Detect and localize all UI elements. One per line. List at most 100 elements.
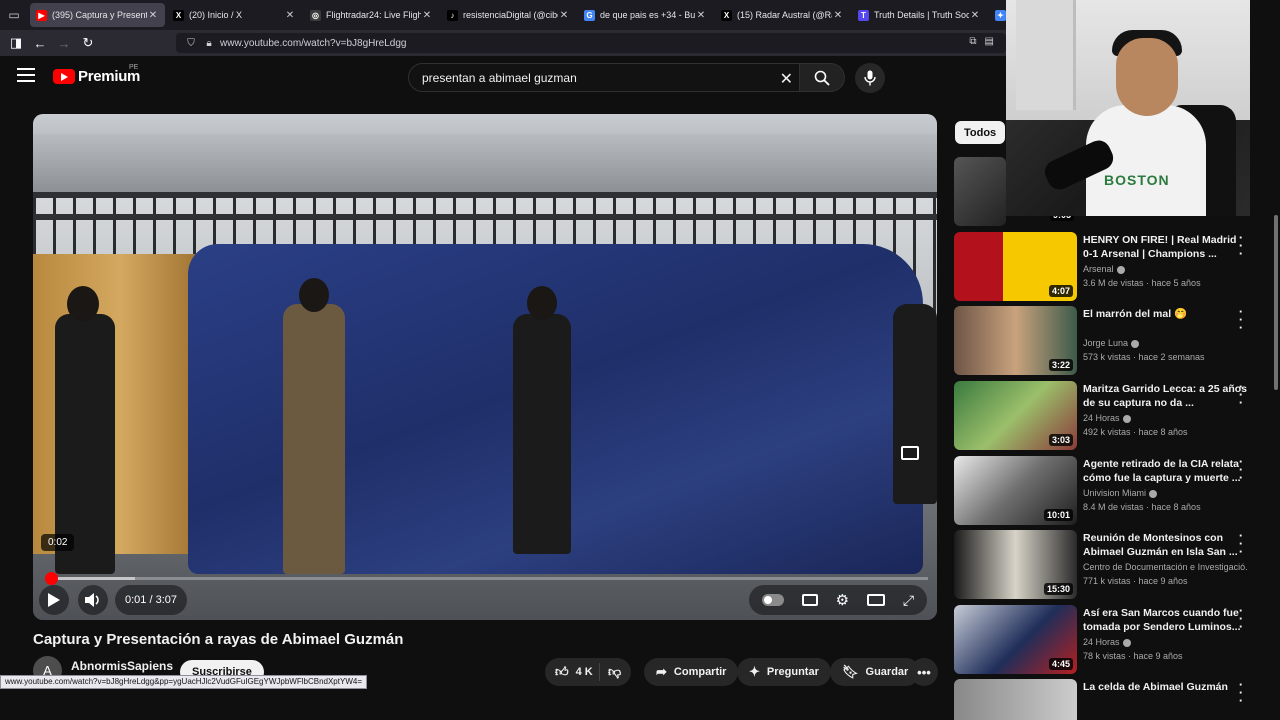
filter-chip-all[interactable]: Todos <box>955 121 1006 144</box>
tab-close-icon[interactable]: ✕ <box>284 10 296 21</box>
browser-tab[interactable]: Gde que pais es +34 - Busca✕ <box>578 3 713 27</box>
save-button[interactable]: 🔖︎ Guardar <box>830 658 921 686</box>
mute-button[interactable] <box>78 585 108 615</box>
thumbs-down-icon: 👎︎ <box>608 664 622 679</box>
sparkle-icon: ✦ <box>749 664 760 679</box>
reader-view-icon[interactable]: ▤ <box>985 36 994 47</box>
fullscreen-icon[interactable]: ⤢ <box>903 592 914 609</box>
video-duration: 15:30 <box>1043 583 1073 595</box>
more-vertical-icon[interactable]: · · · <box>1236 231 1246 260</box>
recommendation-channel[interactable]: Jorge Luna <box>1083 338 1140 348</box>
settings-gear-icon[interactable]: ⚙ <box>836 591 849 609</box>
shirt-text: BOSTON <box>1104 172 1170 188</box>
tab-favicon-icon: ♪ <box>447 9 458 21</box>
tab-close-icon[interactable]: ✕ <box>558 10 570 21</box>
browser-tab[interactable]: ▶ (395) Captura y Presentació✕ <box>30 3 165 27</box>
address-bar[interactable]: ⛉ 🔒︎ www.youtube.com/watch?v=bJ8gHreLdgg… <box>176 33 1006 53</box>
more-vertical-icon[interactable]: · · · <box>1236 305 1246 334</box>
recommendation-meta: 3.6 M de vistas · hace 5 años <box>1083 278 1201 288</box>
recommendation-title[interactable]: HENRY ON FIRE! | Real Madrid 0-1 Arsenal… <box>1083 233 1248 261</box>
recommendation-item[interactable]: 3:03 Maritza Garrido Lecca: a 25 años de … <box>954 380 1254 451</box>
recommendation-item[interactable]: 3:22 El marrón del mal 🤭 Jorge Luna 573 k v… <box>954 305 1254 376</box>
video-thumbnail[interactable]: 15:30 <box>954 530 1077 599</box>
more-vertical-icon[interactable]: · · · <box>1236 380 1246 409</box>
tab-close-icon[interactable]: ✕ <box>421 10 433 21</box>
progress-bar[interactable] <box>45 572 928 585</box>
video-thumbnail[interactable]: 4:07 <box>954 232 1077 301</box>
channel-label: Centro de Documentación e Investigació..… <box>1083 562 1248 572</box>
browser-tab[interactable]: ◎ Flightradar24: Live Flight Tr✕ <box>304 3 439 27</box>
video-player[interactable]: 0:02 0:01 / 3:07 ⚙ ⤢ <box>33 114 937 620</box>
video-thumbnail[interactable]: 10:01 <box>954 456 1077 525</box>
youtube-premium-logo[interactable]: Premium PE <box>53 64 140 85</box>
browser-tab[interactable]: T Truth Details | Truth Social ✕ <box>852 3 987 27</box>
picture-in-picture-icon[interactable]: ⧉ <box>969 36 976 47</box>
recommendation-meta: 771 k vistas · hace 9 años <box>1083 576 1188 586</box>
tab-close-icon[interactable]: ✕ <box>969 10 981 21</box>
more-vertical-icon[interactable]: · · · <box>1236 455 1246 484</box>
video-thumbnail[interactable] <box>954 679 1077 720</box>
menu-icon[interactable] <box>17 68 35 84</box>
play-button[interactable] <box>39 585 69 615</box>
search-input[interactable]: presentan a abimael guzman ✕ <box>408 63 800 92</box>
share-button[interactable]: ➦ Compartir <box>644 658 739 686</box>
verified-check-icon <box>1149 489 1158 498</box>
video-thumbnail[interactable] <box>954 157 1006 226</box>
dislike-button[interactable]: 👎︎ <box>599 663 628 681</box>
search-button[interactable] <box>800 63 845 92</box>
browser-tab[interactable]: X (20) Inicio / X ✕ <box>167 3 302 27</box>
recommendation-title[interactable]: Reunión de Montesinos con Abimael Guzmán… <box>1083 531 1248 559</box>
tab-close-icon[interactable]: ✕ <box>832 10 844 21</box>
recommendation-item[interactable]: 10:01 Agente retirado de la CIA relata có… <box>954 455 1254 526</box>
recommendation-title[interactable]: La celda de Abimael Guzmán <box>1083 680 1248 694</box>
like-button[interactable]: 👍︎ 4 K <box>545 664 599 680</box>
tab-list-icon[interactable]: ▭ <box>0 0 28 30</box>
tab-close-icon[interactable]: ✕ <box>147 10 159 21</box>
back-button[interactable]: ← <box>28 31 52 55</box>
more-vertical-icon[interactable]: · · · <box>1236 604 1246 633</box>
sidebar-toggle-icon[interactable]: ◨ <box>4 31 28 55</box>
subtitles-icon[interactable] <box>801 594 818 606</box>
recommendation-title[interactable]: Agente retirado de la CIA relata cómo fu… <box>1083 457 1248 485</box>
recommendation-item[interactable]: 15:30 Reunión de Montesinos con Abimael G… <box>954 529 1254 600</box>
scrubber-handle[interactable] <box>45 572 58 585</box>
recommendation-title[interactable]: Maritza Garrido Lecca: a 25 años de su c… <box>1083 382 1248 410</box>
status-bar-url: www.youtube.com/watch?v=bJ8gHreLdgg&pp=y… <box>0 675 367 689</box>
youtube-header: Premium PE presentan a abimael guzman ✕ <box>0 56 1006 100</box>
channel-label: Univision Miami <box>1083 488 1147 498</box>
channel-name[interactable]: AbnormisSapiens <box>71 659 173 673</box>
recommendation-item[interactable]: La celda de Abimael Guzmán · · · <box>954 678 1254 720</box>
reload-button[interactable]: ↻ <box>76 31 100 55</box>
browser-tab[interactable]: X (15) Radar Austral (@Radar✕ <box>715 3 850 27</box>
autoplay-toggle[interactable] <box>761 594 784 606</box>
page-scrollbar[interactable] <box>1274 215 1278 390</box>
channel-label: Arsenal <box>1083 264 1114 274</box>
tab-favicon-icon: X <box>721 9 732 21</box>
clear-search-icon[interactable]: ✕ <box>780 69 793 89</box>
more-vertical-icon[interactable]: · · · <box>1236 678 1246 707</box>
more-vertical-icon[interactable]: · · · <box>1236 529 1246 558</box>
video-thumbnail[interactable]: 3:22 <box>954 306 1077 375</box>
recommendation-title[interactable]: El marrón del mal 🤭 <box>1083 307 1248 321</box>
recommendation-item[interactable]: 4:07 HENRY ON FIRE! | Real Madrid 0-1 Ars… <box>954 231 1254 302</box>
shield-icon[interactable]: ⛉ <box>184 38 198 49</box>
video-thumbnail[interactable]: 3:03 <box>954 381 1077 450</box>
recommendation-title[interactable]: Así era San Marcos cuando fue tomada por… <box>1083 606 1248 634</box>
voice-search-button[interactable] <box>855 63 885 93</box>
tab-title: resistenciaDigital (@cibere <box>463 10 558 20</box>
tab-close-icon[interactable]: ✕ <box>695 10 707 21</box>
miniplayer-expand-icon[interactable] <box>901 446 919 460</box>
recommendation-channel[interactable]: 24 Horas <box>1083 637 1131 647</box>
recommendation-channel[interactable]: 24 Horas <box>1083 413 1131 423</box>
recommendation-channel[interactable]: Univision Miami <box>1083 488 1158 498</box>
forward-button[interactable]: → <box>52 31 76 55</box>
recommendation-channel[interactable]: Centro de Documentación e Investigació..… <box>1083 562 1248 572</box>
ask-button[interactable]: ✦ Preguntar <box>737 658 831 686</box>
theater-mode-icon[interactable] <box>866 594 885 606</box>
recommendation-channel[interactable]: Arsenal <box>1083 264 1125 274</box>
recommendation-item[interactable]: 4:45 Así era San Marcos cuando fue tomada… <box>954 604 1254 675</box>
lock-icon[interactable]: 🔒︎ <box>202 38 216 49</box>
video-thumbnail[interactable]: 4:45 <box>954 605 1077 674</box>
browser-tab[interactable]: ♪ resistenciaDigital (@cibere✕ <box>441 3 576 27</box>
more-actions-button[interactable]: ••• <box>910 658 938 686</box>
